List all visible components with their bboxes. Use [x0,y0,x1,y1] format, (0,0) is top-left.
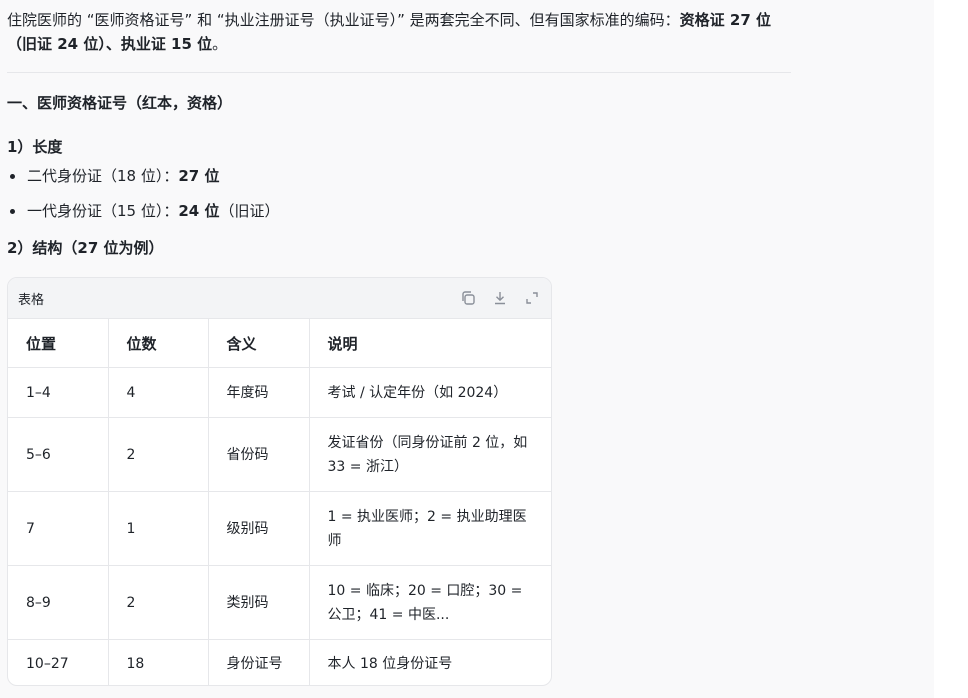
table-cell: 年度码 [207,367,309,418]
table-card: 表格 位置 位数 含义 说明 1–4 4 年度码 考试 / 认定年份（如 202… [7,277,552,686]
bullet-suffix: （旧证） [219,202,280,220]
bullet-bold: 27 位 [178,167,220,185]
table-row: 10–27 18 身份证号 本人 18 位身份证号 [8,639,551,685]
list-item: 二代身份证（18 位）：27 位 [7,164,797,188]
table-cell: 类别码 [207,565,309,640]
table-actions [459,289,541,307]
table-cell: 2 [107,417,208,492]
table-row: 7 1 级别码 1 = 执业医师；2 = 执业助理医师 [8,491,551,566]
section-title: 一、医师资格证号（红本，资格） [7,94,233,112]
table-cell: 考试 / 认定年份（如 2024） [308,367,551,418]
table-header-row: 位置 位数 含义 说明 [8,319,551,368]
table-cell: 级别码 [207,491,309,566]
intro-paragraph: 住院医师的 “医师资格证号” 和 “执业注册证号（执业证号）” 是两套完全不同、… [7,8,797,56]
structure-heading: 2）结构（27 位为例） [7,239,164,257]
table-cell: 2 [107,565,208,640]
bullet-bold: 24 位 [178,202,220,220]
bullet-text: 二代身份证（18 位）： [27,167,179,185]
column-header: 位数 [107,319,208,368]
column-header: 位置 [26,334,57,353]
length-list: 二代身份证（18 位）：27 位 一代身份证（15 位）：24 位（旧证） [7,164,797,223]
expand-icon[interactable] [523,289,541,307]
download-icon[interactable] [491,289,509,307]
bullet-icon [10,174,15,179]
table-cell: 8–9 [8,565,108,640]
scrollbar-track[interactable] [934,0,968,698]
length-heading: 1）长度 [7,138,63,156]
table-card-header: 表格 [8,278,551,319]
bullet-icon [10,209,15,214]
table-cell: 18 [107,639,208,685]
column-header: 说明 [308,319,551,368]
table-row: 5–6 2 省份码 发证省份（同身份证前 2 位，如 33 = 浙江） [8,417,551,492]
intro-end: 。 [212,35,228,53]
table-cell: 7 [8,491,108,566]
table-cell: 5–6 [8,417,108,492]
copy-icon[interactable] [459,289,477,307]
table-cell: 4 [107,367,208,418]
table-cell: 1 [107,491,208,566]
bullet-text: 一代身份证（15 位）： [27,202,179,220]
intro-text: 住院医师的 “医师资格证号” 和 “执业注册证号（执业证号）” 是两套完全不同、… [7,11,680,29]
table-cell: 10 = 临床；20 = 口腔；30 = 公卫；41 = 中医... [308,565,551,640]
table-row: 1–4 4 年度码 考试 / 认定年份（如 2024） [8,367,551,418]
table-row: 8–9 2 类别码 10 = 临床；20 = 口腔；30 = 公卫；41 = 中… [8,565,551,640]
message-content: 住院医师的 “医师资格证号” 和 “执业注册证号（执业证号）” 是两套完全不同、… [7,8,797,260]
table-cell: 1 = 执业医师；2 = 执业助理医师 [308,491,551,566]
divider [7,72,791,73]
table-cell: 发证省份（同身份证前 2 位，如 33 = 浙江） [308,417,551,492]
table-cell: 1–4 [8,367,108,418]
list-item: 一代身份证（15 位）：24 位（旧证） [7,199,797,223]
table-cell: 10–27 [8,639,108,685]
data-table: 位置 位数 含义 说明 1–4 4 年度码 考试 / 认定年份（如 2024） … [8,319,551,685]
table-cell: 身份证号 [207,639,309,685]
table-cell: 省份码 [207,417,309,492]
table-label: 表格 [18,292,45,308]
column-header: 含义 [207,319,309,368]
table-cell: 本人 18 位身份证号 [308,639,551,685]
